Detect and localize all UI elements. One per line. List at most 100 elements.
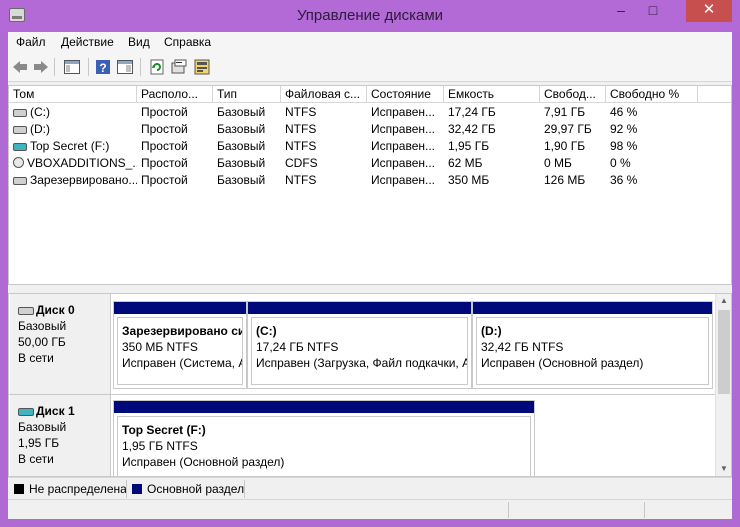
disk-0-label[interactable]: Диск 0 Базовый 50,00 ГБ В сети bbox=[10, 294, 111, 394]
partition-status: Исправен (Основной раздел) bbox=[122, 455, 285, 469]
menu-help[interactable]: Справка bbox=[164, 35, 211, 49]
volume-row[interactable]: (C:) Простой Базовый NTFS Исправен... 17… bbox=[9, 104, 731, 121]
primary-partition-bar bbox=[248, 302, 471, 314]
volume-free-space: 0 МБ bbox=[544, 156, 572, 170]
menu-bar: Файл Действие Вид Справка bbox=[8, 32, 732, 52]
volume-capacity: 32,42 ГБ bbox=[448, 122, 496, 136]
volume-capacity: 350 МБ bbox=[448, 173, 490, 187]
volume-row[interactable]: VBOXADDITIONS_... Простой Базовый CDFS И… bbox=[9, 155, 731, 172]
scroll-up-arrow-icon[interactable]: ▲ bbox=[716, 294, 731, 308]
volume-list-header: Том Располо... Тип Файловая с... Состоян… bbox=[9, 86, 731, 103]
partition-status: Исправен (Система, А bbox=[122, 356, 243, 370]
partition-d[interactable]: (D:) 32,42 ГБ NTFS Исправен (Основной ра… bbox=[472, 301, 713, 389]
volume-status: Исправен... bbox=[371, 122, 436, 136]
disk-type: Базовый bbox=[18, 319, 67, 333]
disk-name: Диск 1 bbox=[36, 404, 75, 418]
properties-pane-icon[interactable] bbox=[116, 58, 134, 76]
column-header-volume[interactable]: Том bbox=[9, 86, 137, 103]
volume-name: (C:) bbox=[30, 105, 50, 119]
back-icon[interactable] bbox=[11, 58, 29, 76]
volume-free-percent: 46 % bbox=[610, 105, 638, 119]
rescan-icon[interactable] bbox=[193, 58, 211, 76]
primary-partition-bar bbox=[114, 302, 246, 314]
volume-layout: Простой bbox=[141, 122, 188, 136]
column-header-free-percent[interactable]: Свободно % bbox=[606, 86, 698, 103]
close-button[interactable]: ✕ bbox=[686, 0, 732, 22]
column-header-filesystem[interactable]: Файловая с... bbox=[281, 86, 367, 103]
disk-management-window: Управление дисками – □ ✕ Файл Действие В… bbox=[0, 0, 740, 527]
scroll-down-arrow-icon[interactable]: ▼ bbox=[716, 462, 731, 476]
partition-title: (D:) bbox=[481, 324, 502, 338]
volume-name: Top Secret (F:) bbox=[30, 139, 110, 153]
volume-filesystem: CDFS bbox=[285, 156, 318, 170]
removable-volume-icon bbox=[13, 143, 27, 151]
title-bar[interactable]: Управление дисками – □ ✕ bbox=[0, 0, 740, 32]
disk-icon bbox=[18, 307, 34, 315]
volume-type: Базовый bbox=[217, 139, 266, 153]
primary-partition-bar bbox=[473, 302, 712, 314]
partition-system-reserved[interactable]: Зарезервировано си 350 МБ NTFS Исправен … bbox=[113, 301, 247, 389]
volume-status: Исправен... bbox=[371, 173, 436, 187]
volume-type: Базовый bbox=[217, 173, 266, 187]
menu-file[interactable]: Файл bbox=[16, 35, 46, 49]
volume-layout: Простой bbox=[141, 105, 188, 119]
scroll-thumb[interactable] bbox=[718, 310, 730, 394]
column-header-type[interactable]: Тип bbox=[213, 86, 281, 103]
help-icon[interactable]: ? bbox=[94, 58, 112, 76]
volume-name: VBOXADDITIONS_... bbox=[27, 156, 137, 170]
volume-layout: Простой bbox=[141, 156, 188, 170]
unallocated-swatch bbox=[14, 484, 24, 494]
partition-size-fs: 17,24 ГБ NTFS bbox=[256, 340, 339, 354]
column-header-status[interactable]: Состояние bbox=[367, 86, 444, 103]
volume-row[interactable]: Зарезервировано... Простой Базовый NTFS … bbox=[9, 172, 731, 189]
disk-map: Диск 0 Базовый 50,00 ГБ В сети Зарезерви… bbox=[8, 293, 732, 477]
volume-list[interactable]: Том Располо... Тип Файловая с... Состоян… bbox=[8, 85, 732, 285]
volume-free-percent: 98 % bbox=[610, 139, 638, 153]
maximize-button[interactable]: □ bbox=[640, 0, 666, 22]
minimize-button[interactable]: – bbox=[608, 0, 634, 22]
disk-state: В сети bbox=[18, 351, 54, 365]
partition-c[interactable]: (C:) 17,24 ГБ NTFS Исправен (Загрузка, Ф… bbox=[247, 301, 472, 389]
volume-row[interactable]: Top Secret (F:) Простой Базовый NTFS Исп… bbox=[9, 138, 731, 155]
volume-filesystem: NTFS bbox=[285, 105, 317, 119]
legend-primary-partition: Основной раздел bbox=[132, 481, 244, 497]
partition-status: Исправен (Загрузка, Файл подкачки, А bbox=[256, 356, 468, 370]
volume-icon bbox=[13, 126, 27, 134]
pane-splitter[interactable] bbox=[8, 285, 732, 293]
properties-icon[interactable] bbox=[170, 58, 188, 76]
column-header-layout[interactable]: Располо... bbox=[137, 86, 213, 103]
volume-row[interactable]: (D:) Простой Базовый NTFS Исправен... 32… bbox=[9, 121, 731, 138]
toolbar: ? bbox=[8, 52, 732, 82]
volume-free-space: 7,91 ГБ bbox=[544, 105, 586, 119]
menu-action[interactable]: Действие bbox=[61, 35, 114, 49]
volume-status: Исправен... bbox=[371, 156, 436, 170]
column-header-free-space[interactable]: Свобод... bbox=[540, 86, 606, 103]
volume-free-percent: 36 % bbox=[610, 173, 638, 187]
volume-free-space: 1,90 ГБ bbox=[544, 139, 586, 153]
refresh-icon[interactable] bbox=[148, 58, 166, 76]
legend-unallocated: Не распределена bbox=[14, 481, 127, 497]
disk-1-label[interactable]: Диск 1 Базовый 1,95 ГБ В сети bbox=[10, 395, 111, 476]
volume-free-space: 126 МБ bbox=[544, 173, 586, 187]
partition-size-fs: 32,42 ГБ NTFS bbox=[481, 340, 564, 354]
partition-title: Top Secret (F:) bbox=[122, 423, 206, 437]
volume-filesystem: NTFS bbox=[285, 139, 317, 153]
column-header-capacity[interactable]: Емкость bbox=[444, 86, 540, 103]
volume-capacity: 62 МБ bbox=[448, 156, 483, 170]
status-bar bbox=[8, 499, 732, 519]
partition-size-fs: 1,95 ГБ NTFS bbox=[122, 439, 198, 453]
partition-f[interactable]: Top Secret (F:) 1,95 ГБ NTFS Исправен (О… bbox=[113, 400, 535, 476]
volume-icon bbox=[13, 177, 27, 185]
volume-free-space: 29,97 ГБ bbox=[544, 122, 592, 136]
partition-size-fs: 350 МБ NTFS bbox=[122, 340, 198, 354]
disk-type: Базовый bbox=[18, 420, 67, 434]
forward-icon[interactable] bbox=[32, 58, 50, 76]
svg-text:?: ? bbox=[99, 61, 106, 75]
console-tree-icon[interactable] bbox=[63, 58, 81, 76]
menu-view[interactable]: Вид bbox=[128, 35, 150, 49]
client-area: Файл Действие Вид Справка ? Том Располо.… bbox=[8, 32, 732, 519]
volume-free-percent: 92 % bbox=[610, 122, 638, 136]
disk-name: Диск 0 bbox=[36, 303, 75, 317]
disk-map-scrollbar[interactable]: ▲ ▼ bbox=[715, 294, 731, 476]
disk-size: 50,00 ГБ bbox=[18, 335, 66, 349]
